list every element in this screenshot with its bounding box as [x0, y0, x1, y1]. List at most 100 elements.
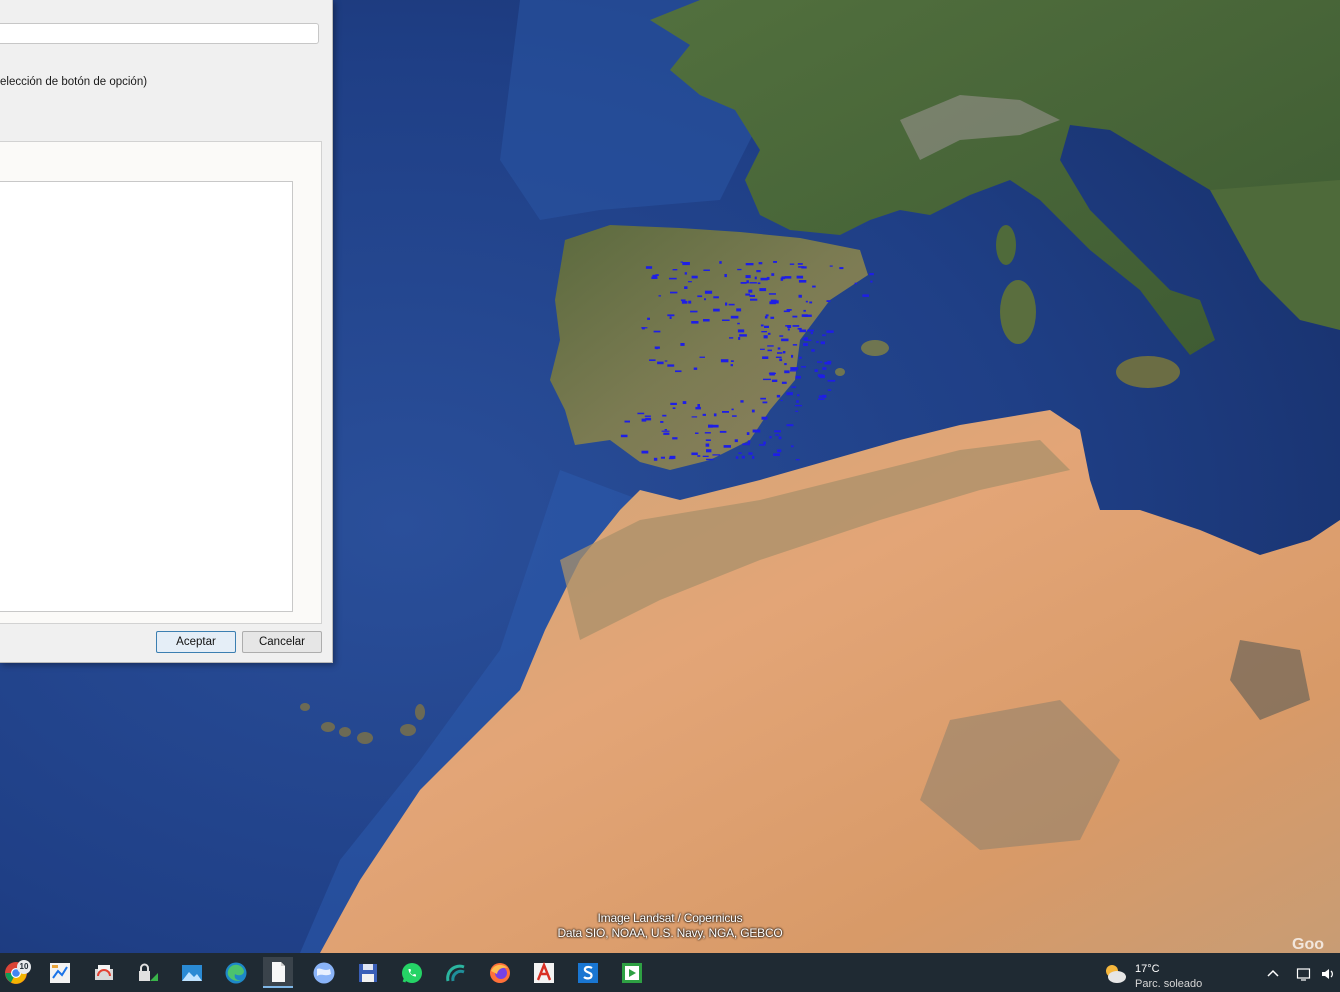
- placemark[interactable]: [795, 410, 799, 412]
- placemark[interactable]: [812, 285, 816, 288]
- placemark[interactable]: [660, 456, 665, 459]
- placemark[interactable]: [783, 310, 790, 313]
- placemark[interactable]: [760, 277, 768, 281]
- placemark[interactable]: [736, 308, 742, 312]
- placemark[interactable]: [661, 430, 670, 432]
- placemark[interactable]: [761, 331, 767, 333]
- placemark[interactable]: [777, 449, 782, 453]
- placemark[interactable]: [781, 338, 789, 342]
- placemark[interactable]: [816, 341, 819, 343]
- placemark[interactable]: [854, 282, 858, 285]
- placemark[interactable]: [735, 456, 739, 459]
- placemark[interactable]: [667, 364, 675, 367]
- placemark[interactable]: [767, 332, 771, 335]
- taskbar-media-player[interactable]: [617, 957, 647, 988]
- placemark[interactable]: [749, 294, 756, 297]
- placemark[interactable]: [722, 411, 729, 413]
- placemark[interactable]: [647, 317, 650, 320]
- placemark[interactable]: [728, 303, 735, 306]
- placemark[interactable]: [699, 356, 706, 358]
- placemark[interactable]: [758, 262, 763, 265]
- name-field[interactable]: [0, 23, 319, 44]
- placemark[interactable]: [818, 374, 825, 378]
- placemark[interactable]: [713, 308, 720, 312]
- placemark[interactable]: [664, 360, 668, 362]
- placemark[interactable]: [862, 294, 869, 297]
- placemark[interactable]: [809, 301, 813, 304]
- taskbar-printer-folder[interactable]: [89, 957, 119, 988]
- placemark[interactable]: [792, 344, 798, 346]
- placemark[interactable]: [723, 445, 731, 448]
- placemark[interactable]: [807, 329, 814, 332]
- placemark[interactable]: [805, 300, 808, 303]
- placemark[interactable]: [750, 298, 758, 301]
- placemark[interactable]: [712, 454, 721, 456]
- placemark[interactable]: [791, 386, 797, 388]
- taskbar-save-disk[interactable]: [353, 957, 383, 988]
- taskbar-s-app[interactable]: [573, 957, 603, 988]
- taskbar-network-lock[interactable]: [133, 957, 163, 988]
- placemark[interactable]: [791, 445, 794, 448]
- placemark[interactable]: [697, 295, 703, 298]
- placemark[interactable]: [730, 360, 734, 362]
- placemark[interactable]: [827, 379, 836, 382]
- placemark[interactable]: [778, 436, 782, 440]
- display-icon[interactable]: [1296, 966, 1312, 982]
- placemark[interactable]: [775, 434, 779, 436]
- placemark[interactable]: [781, 381, 787, 384]
- placemark[interactable]: [704, 432, 711, 434]
- placemark[interactable]: [771, 379, 778, 382]
- placemark[interactable]: [763, 335, 768, 339]
- placemark[interactable]: [702, 455, 709, 457]
- placemark[interactable]: [751, 409, 755, 413]
- placemark[interactable]: [672, 437, 678, 440]
- placemark[interactable]: [818, 398, 825, 400]
- placemark[interactable]: [820, 341, 825, 345]
- placemark[interactable]: [734, 439, 738, 443]
- placemark[interactable]: [652, 274, 658, 278]
- placemark[interactable]: [645, 417, 652, 421]
- placemark[interactable]: [796, 275, 804, 279]
- placemark[interactable]: [791, 354, 794, 358]
- placemark[interactable]: [767, 349, 773, 352]
- placemark[interactable]: [732, 415, 737, 417]
- placemark[interactable]: [745, 293, 750, 296]
- placemark[interactable]: [745, 275, 751, 279]
- placemark[interactable]: [691, 452, 698, 456]
- placemark[interactable]: [768, 293, 776, 295]
- placemark[interactable]: [759, 444, 766, 446]
- placemark[interactable]: [869, 273, 874, 276]
- placemark[interactable]: [769, 301, 776, 305]
- placemark[interactable]: [703, 269, 710, 272]
- placemark[interactable]: [764, 325, 769, 328]
- placemark[interactable]: [725, 302, 728, 306]
- placemark[interactable]: [742, 443, 750, 446]
- placemark[interactable]: [759, 288, 767, 292]
- placemark[interactable]: [662, 414, 667, 417]
- placemark[interactable]: [767, 345, 774, 347]
- placemark[interactable]: [784, 276, 792, 279]
- placemark[interactable]: [680, 299, 686, 302]
- placemark[interactable]: [655, 347, 659, 350]
- placemark[interactable]: [786, 392, 793, 396]
- placemark[interactable]: [752, 429, 761, 433]
- placemark[interactable]: [653, 457, 658, 461]
- placemark[interactable]: [786, 424, 794, 427]
- placemark[interactable]: [757, 282, 761, 285]
- placemark[interactable]: [740, 282, 747, 284]
- placemark[interactable]: [729, 337, 734, 339]
- placemark[interactable]: [782, 351, 786, 354]
- placemark[interactable]: [761, 416, 768, 420]
- placemark[interactable]: [691, 416, 698, 418]
- placemark[interactable]: [737, 322, 740, 325]
- speaker-icon[interactable]: [1320, 966, 1336, 982]
- placemark[interactable]: [719, 261, 722, 264]
- placemark[interactable]: [688, 300, 692, 304]
- placemark[interactable]: [682, 262, 690, 266]
- taskbar-edge[interactable]: [221, 957, 251, 988]
- placemark[interactable]: [745, 263, 754, 266]
- placemark[interactable]: [779, 358, 783, 362]
- placemark[interactable]: [624, 420, 631, 423]
- placemark[interactable]: [771, 273, 775, 276]
- placemark[interactable]: [668, 457, 674, 460]
